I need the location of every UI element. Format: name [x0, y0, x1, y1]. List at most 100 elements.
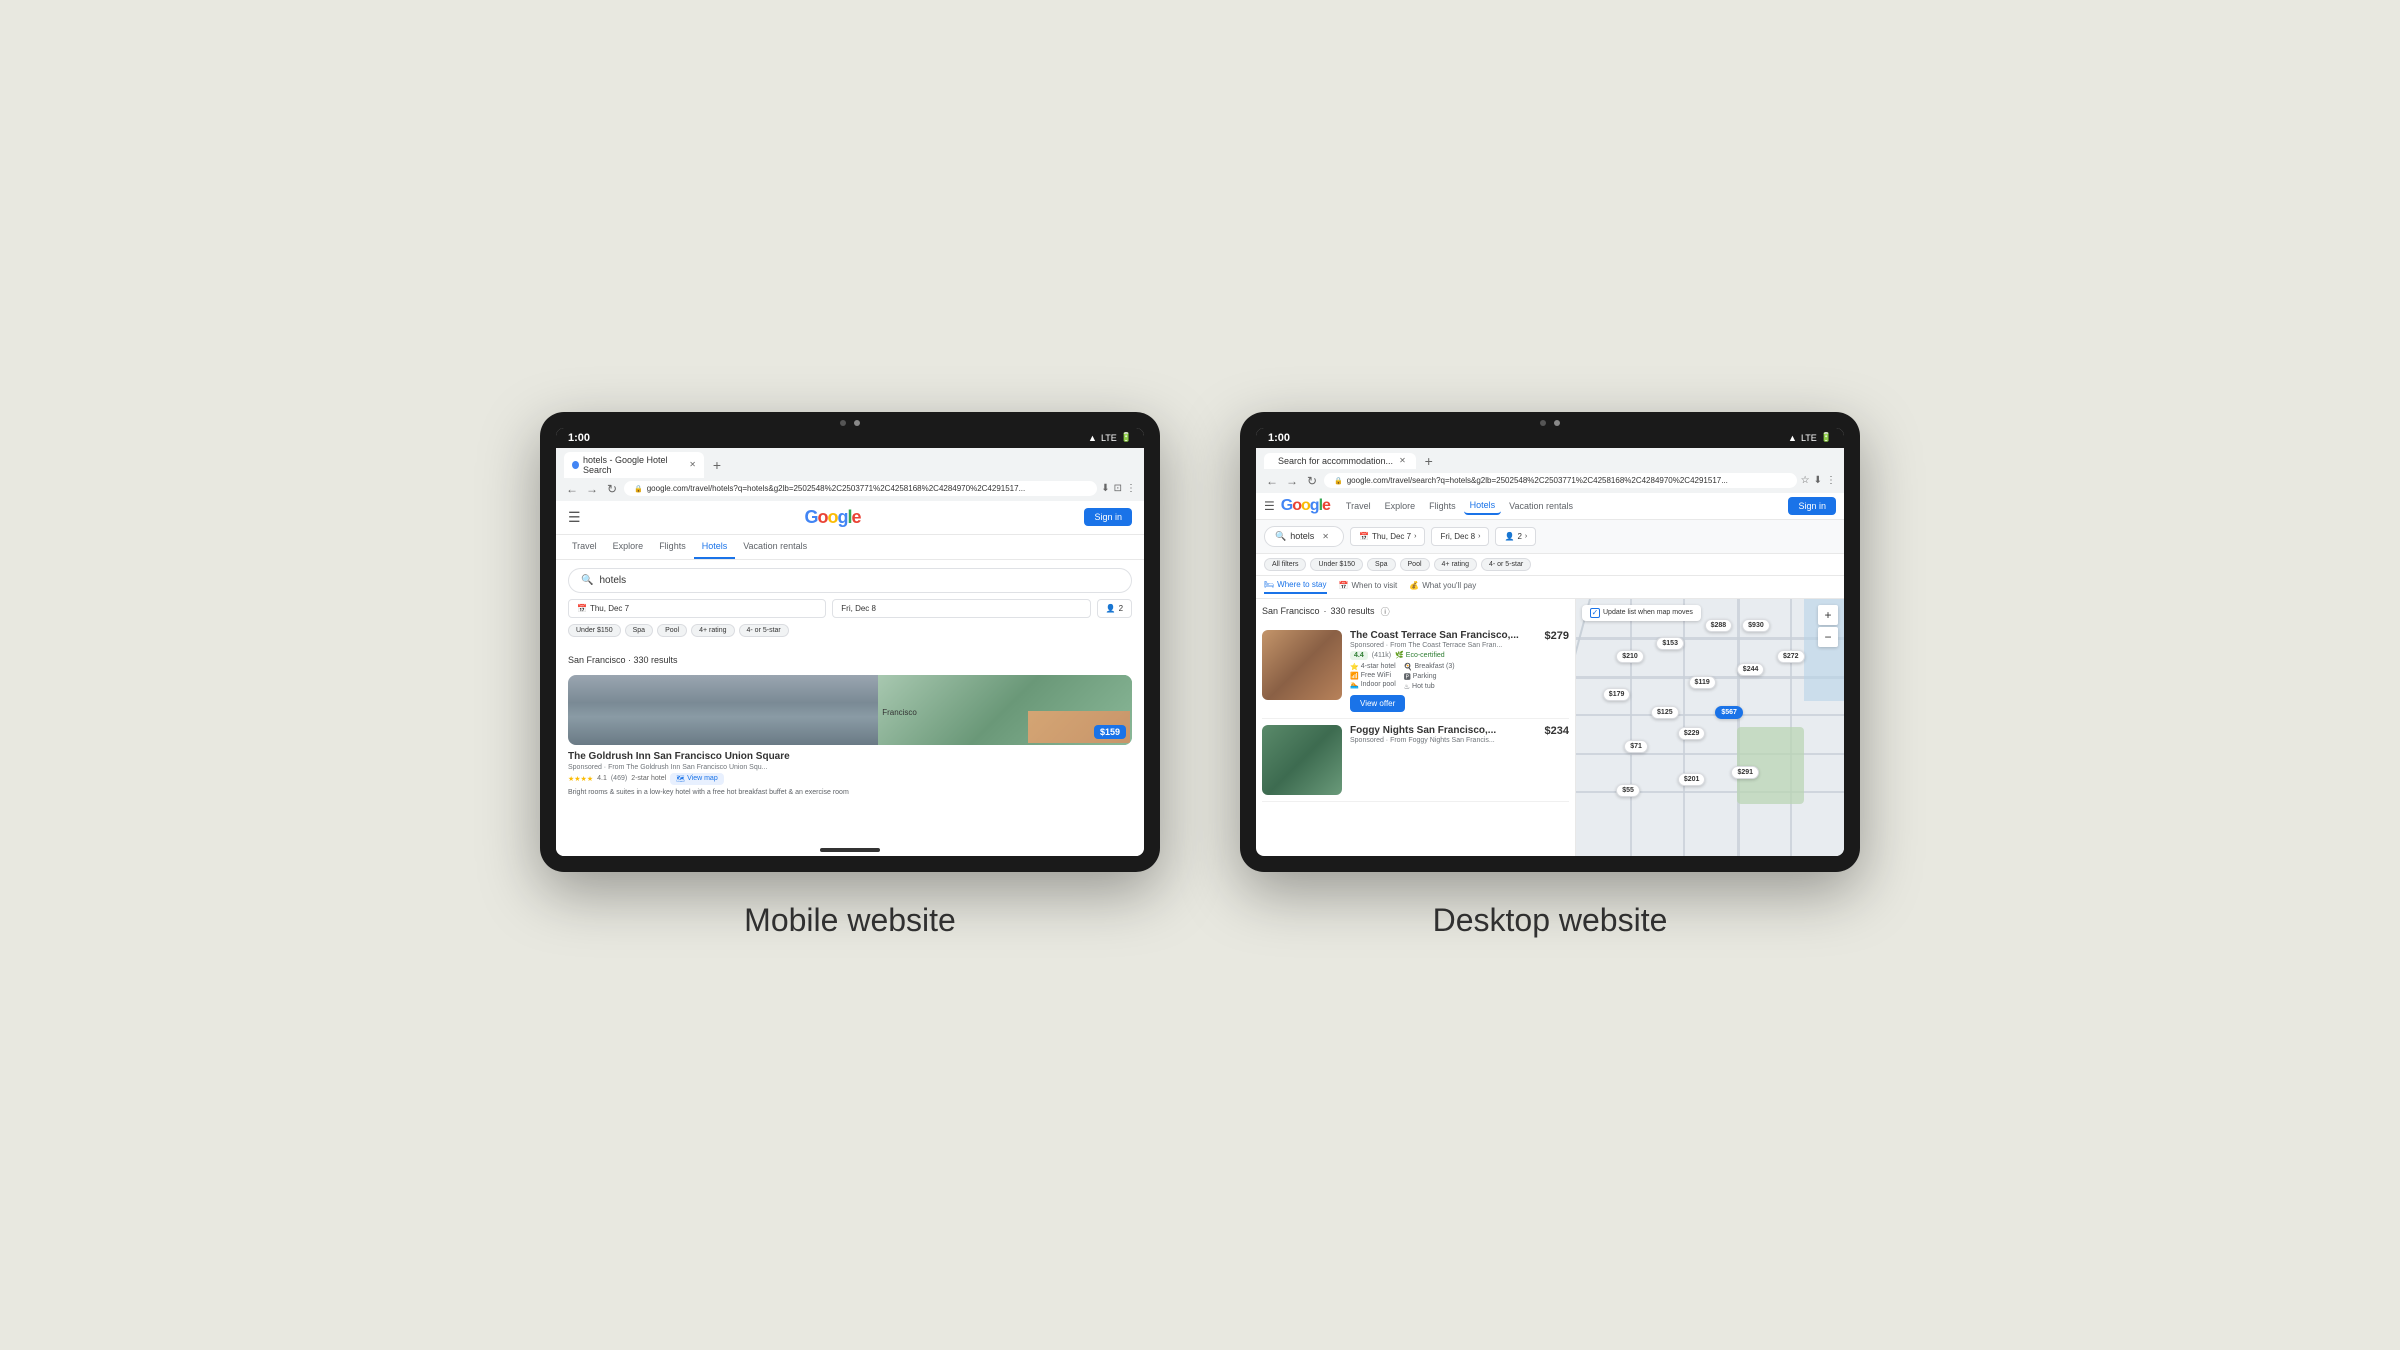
- desktop-checkout-input[interactable]: Fri, Dec 8 ›: [1431, 527, 1489, 546]
- desktop-filter-all[interactable]: All filters: [1264, 558, 1306, 571]
- mobile-hotel-meta: ★★★★ 4.1 (469) 2-star hotel 🗺 View map: [568, 773, 1132, 785]
- map-pin-8[interactable]: $229: [1678, 727, 1706, 740]
- tab-vacation-rentals[interactable]: Vacation rentals: [735, 535, 815, 559]
- map-pin-3[interactable]: $288: [1705, 619, 1733, 632]
- mobile-tablet: 1:00 ▲ LTE 🔋 hotels - Google Hotel Searc…: [540, 412, 1160, 872]
- filter-spa[interactable]: Spa: [625, 624, 653, 637]
- mobile-status-icons: ▲ LTE 🔋: [1088, 432, 1132, 443]
- map-pin-selected[interactable]: $567: [1715, 706, 1743, 719]
- desktop-hotel-1-name: The Coast Terrace San Francisco,...: [1350, 630, 1519, 641]
- desktop-new-tab-button[interactable]: +: [1420, 452, 1438, 470]
- tab-flights[interactable]: Flights: [651, 535, 694, 559]
- desktop-hotel-2-name: Foggy Nights San Francisco,...: [1350, 725, 1496, 736]
- tab-hotels[interactable]: Hotels: [694, 535, 736, 559]
- desktop-filter-stars[interactable]: 4- or 5-star: [1481, 558, 1531, 571]
- tab-close-icon[interactable]: ✕: [689, 460, 696, 469]
- desktop-main-area: San Francisco · 330 results ⓘ The C: [1256, 599, 1844, 856]
- desktop-search-bar: 🔍 hotels ✕ 📅 Thu, Dec 7 › Fri, Dec 8 ›: [1256, 520, 1844, 554]
- mobile-sign-in-button[interactable]: Sign in: [1084, 508, 1132, 526]
- more-button[interactable]: ⋮: [1126, 483, 1136, 494]
- new-tab-button[interactable]: +: [708, 456, 726, 474]
- zoom-in-button[interactable]: +: [1818, 605, 1838, 625]
- filter-budget[interactable]: Under $150: [568, 624, 621, 637]
- desktop-address-bar[interactable]: 🔒 google.com/travel/search?q=hotels&g2lb…: [1324, 473, 1797, 488]
- desktop-search-clear[interactable]: ✕: [1322, 532, 1329, 541]
- desktop-refresh-button[interactable]: ↻: [1304, 473, 1320, 489]
- what-youll-pay-tab[interactable]: 💰 What you'll pay: [1409, 580, 1476, 594]
- desktop-hotel-img-2: [1262, 725, 1342, 795]
- map-pin-14[interactable]: $119: [1689, 676, 1716, 689]
- map-pin-12[interactable]: $291: [1731, 766, 1759, 779]
- desktop-back-button[interactable]: ←: [1264, 473, 1280, 489]
- mobile-hotel-card[interactable]: Francisco $159 The Goldrush Inn San Fran…: [556, 669, 1144, 803]
- map-pin-11[interactable]: $201: [1678, 773, 1706, 786]
- desktop-filter-spa[interactable]: Spa: [1367, 558, 1395, 571]
- map-pin-4[interactable]: $179: [1603, 688, 1631, 701]
- desktop-hotel-card-2[interactable]: Foggy Nights San Francisco,... $234 Spon…: [1262, 719, 1569, 802]
- desktop-browser-tab[interactable]: Search for accommodation... ✕: [1264, 453, 1416, 469]
- desktop-hotel-card-1[interactable]: The Coast Terrace San Francisco,... $279…: [1262, 624, 1569, 719]
- update-list-banner[interactable]: ✓ Update list when map moves: [1582, 605, 1701, 621]
- desktop-checkout-date: Fri, Dec 8: [1440, 532, 1475, 541]
- map-pin-7[interactable]: $71: [1624, 740, 1648, 753]
- desktop-forward-button[interactable]: →: [1284, 473, 1300, 489]
- back-button[interactable]: ←: [564, 481, 580, 497]
- tab-explore[interactable]: Explore: [605, 535, 652, 559]
- mobile-guest-count: 2: [1119, 604, 1123, 613]
- desktop-checkin-input[interactable]: 📅 Thu, Dec 7 ›: [1350, 527, 1425, 546]
- desktop-view-offer-button[interactable]: View offer: [1350, 695, 1405, 712]
- calendar-icon-checkin: 📅: [577, 604, 587, 613]
- desktop-tab-hotels[interactable]: Hotels: [1464, 497, 1502, 515]
- map-pin-6[interactable]: $272: [1777, 650, 1805, 663]
- desktop-search-input[interactable]: 🔍 hotels ✕: [1264, 526, 1344, 547]
- zoom-out-button[interactable]: −: [1818, 627, 1838, 647]
- desktop-hotel-2-sponsored: Sponsored · From Foggy Nights San Franci…: [1350, 737, 1569, 744]
- tab-travel[interactable]: Travel: [564, 535, 605, 559]
- download-button[interactable]: ⬇: [1101, 483, 1109, 494]
- update-list-checkbox[interactable]: ✓: [1590, 608, 1600, 618]
- map-pin-13[interactable]: $930: [1742, 619, 1770, 632]
- desktop-filter-budget[interactable]: Under $150: [1310, 558, 1363, 571]
- mobile-checkout-field[interactable]: Fri, Dec 8: [832, 599, 1090, 618]
- desktop-download-button[interactable]: ⬇: [1814, 475, 1822, 486]
- mobile-tab-title: hotels - Google Hotel Search: [583, 455, 683, 475]
- eco-icon: 🌿: [1395, 651, 1404, 659]
- desktop-filter-rating[interactable]: 4+ rating: [1434, 558, 1477, 571]
- where-to-stay-tab[interactable]: 🛏 Where to stay: [1264, 580, 1327, 594]
- desktop-filter-pool[interactable]: Pool: [1400, 558, 1430, 571]
- desktop-tab-travel[interactable]: Travel: [1340, 497, 1377, 515]
- map-pin-1[interactable]: $210: [1616, 650, 1644, 663]
- mobile-checkin-field[interactable]: 📅 Thu, Dec 7: [568, 599, 826, 618]
- desktop-tab-close-icon[interactable]: ✕: [1399, 456, 1406, 465]
- tabs-button[interactable]: ⊡: [1114, 483, 1122, 494]
- forward-button[interactable]: →: [584, 481, 600, 497]
- map-pin-15[interactable]: $125: [1651, 706, 1679, 719]
- desktop-filters-row: All filters Under $150 Spa Pool 4+ ratin…: [1256, 554, 1844, 576]
- desktop-sign-in-button[interactable]: Sign in: [1788, 497, 1836, 515]
- mobile-address-bar[interactable]: 🔒 google.com/travel/hotels?q=hotels&g2lb…: [624, 481, 1097, 496]
- desktop-google-logo: Google: [1281, 497, 1330, 515]
- hamburger-icon[interactable]: ☰: [568, 509, 581, 526]
- desktop-tab-explore[interactable]: Explore: [1379, 497, 1422, 515]
- filter-stars[interactable]: 4- or 5-star: [739, 624, 789, 637]
- desktop-guest-icon: 👤: [1504, 532, 1514, 541]
- mobile-view-map-button[interactable]: 🗺 View map: [670, 773, 724, 785]
- desktop-tab-vacation-rentals[interactable]: Vacation rentals: [1503, 497, 1579, 515]
- mobile-search-box[interactable]: 🔍 hotels: [568, 568, 1132, 593]
- desktop-bookmark-button[interactable]: ☆: [1801, 475, 1810, 486]
- mobile-guest-field[interactable]: 👤 2: [1097, 599, 1132, 618]
- breakfast-icon: 🍳: [1404, 663, 1413, 671]
- desktop-tab-flights[interactable]: Flights: [1423, 497, 1462, 515]
- refresh-button[interactable]: ↻: [604, 481, 620, 497]
- map-pin-10[interactable]: $55: [1616, 784, 1640, 797]
- map-pin-5[interactable]: $244: [1737, 663, 1765, 676]
- filter-pool[interactable]: Pool: [657, 624, 687, 637]
- indicator-dot-2: [854, 420, 860, 426]
- when-to-visit-tab[interactable]: 📅 When to visit: [1339, 580, 1398, 594]
- desktop-hamburger-icon[interactable]: ☰: [1264, 499, 1275, 513]
- filter-rating[interactable]: 4+ rating: [691, 624, 734, 637]
- mobile-browser-tab[interactable]: hotels - Google Hotel Search ✕: [564, 452, 704, 478]
- map-pin-2[interactable]: $153: [1656, 637, 1684, 650]
- desktop-more-button[interactable]: ⋮: [1826, 475, 1836, 486]
- desktop-guest-input[interactable]: 👤 2 ›: [1495, 527, 1536, 546]
